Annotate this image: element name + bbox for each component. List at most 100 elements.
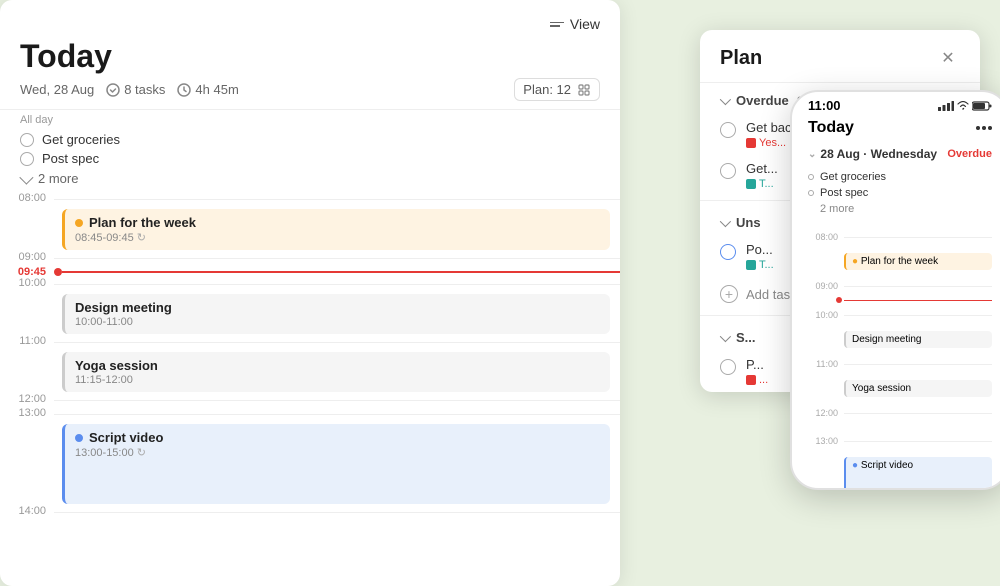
event-script-video[interactable]: Script video 13:00-15:00 ↻ [62,424,610,504]
current-time-dot [54,268,62,276]
phone-status-bar: 11:00 [792,92,1000,115]
page-title: Today [20,40,600,72]
plan-badge[interactable]: Plan: 12 [514,78,600,101]
duration-label: 4h 45m [177,82,238,97]
current-time-label: 09:45 [0,267,54,278]
task-checkbox[interactable] [720,359,736,375]
time-9: 09:00 [0,252,54,263]
current-time-row: 09:45 [0,266,620,278]
time-slot-13: 13:00 [0,408,620,422]
event-plan-week[interactable]: Plan for the week 08:45-09:45 ↻ [62,209,610,250]
plan-header: Plan ✕ [700,30,980,83]
phone-event-yoga: Yoga session [844,380,992,397]
time-slot-9: 09:00 [0,252,620,266]
allday-task-2[interactable]: Post spec [20,149,600,168]
event-dot [75,219,83,227]
current-time-line [62,271,620,273]
phone-time-8: 08:00 [808,223,992,251]
add-task-label: Add task [746,287,797,302]
task-sub: ... [746,374,768,386]
overdue-label: Overdue [736,93,789,108]
time-slot-10: 10:00 [0,278,620,292]
phone-hour-line [844,441,992,442]
calendar-icon [746,375,756,385]
phone-more-tasks: 2 more [808,201,992,219]
event-yoga-session[interactable]: Yoga session 11:15-12:00 [62,352,610,392]
phone-hour-line [844,315,992,316]
unscheduled-label: Uns [736,215,761,230]
phone-time-label: 09:00 [808,281,838,291]
event-time: 08:45-09:45 ↻ [75,231,600,244]
hour-line-8 [54,199,620,200]
calendar-icon [746,179,756,189]
phone-current-time-line [844,300,992,301]
check-icon [106,83,120,97]
event-title: Design meeting [75,300,600,315]
time-slot-14: 14:00 [0,506,620,520]
task-checkbox[interactable] [720,163,736,179]
plus-icon[interactable]: + [720,285,738,303]
event-time: 11:15-12:00 [75,374,600,386]
phone-more-menu[interactable] [976,126,992,130]
phone-time-label: 12:00 [808,408,838,418]
phone-hour-line [844,364,992,365]
time-slot-11: 11:00 [0,336,620,350]
phone-event-plan: ● Plan for the week [844,253,992,270]
chevron-icon[interactable] [720,215,731,226]
more-row[interactable]: 2 more [20,168,600,189]
timeline: 08:00 Plan for the week 08:45-09:45 ↻ 09… [0,193,620,520]
event-title: Yoga session [75,358,600,373]
clock-icon [177,83,191,97]
battery-icon [972,101,992,111]
calendar-icon [746,138,756,148]
grid-icon [577,83,591,97]
chevron-icon[interactable] [720,93,731,104]
phone-hour-line [844,413,992,414]
phone-title: Today [808,119,854,137]
calendar-header: View Today Wed, 28 Aug 8 tasks 4h 45m Pl… [0,0,620,109]
hour-line-11 [54,342,620,343]
phone-app-header: Today [792,115,1000,143]
phone-hour-line [844,237,992,238]
task-name: P... [746,357,768,372]
chevron-icon[interactable] [720,330,731,341]
date-meta: Wed, 28 Aug 8 tasks 4h 45m Plan: 12 [20,78,600,101]
event-time: 10:00-11:00 [75,316,600,328]
schedule-label: S... [736,330,756,345]
phone-time-9: 09:00 [808,272,992,300]
task-checkbox[interactable] [20,133,34,147]
task-name: Get... [746,161,778,176]
phone-time-12: 12:00 [808,399,992,427]
phone-date: ⌄ 28 Aug · Wednesday Overdue [792,143,1000,165]
view-button[interactable]: View [570,16,600,32]
sync-icon: ↻ [137,232,146,244]
time-11: 11:00 [0,336,54,347]
sync-icon: ↻ [137,447,146,459]
task-checkbox[interactable] [720,122,736,138]
phone-time-10: 10:00 [808,301,992,329]
task-checkbox[interactable] [20,152,34,166]
phone-hour-line [844,286,992,287]
allday-task-1[interactable]: Get groceries [20,130,600,149]
task-sub: T... [746,259,774,271]
phone-event-design: Design meeting [844,331,992,348]
event-title: Plan for the week [75,215,600,230]
phone-event-script: ● Script video [844,457,992,490]
phone-time-label: 13:00 [808,436,838,446]
calendar-panel: View Today Wed, 28 Aug 8 tasks 4h 45m Pl… [0,0,620,586]
phone-event-dot: ● [852,460,861,471]
event-design-meeting[interactable]: Design meeting 10:00-11:00 [62,294,610,334]
event-dot [75,434,83,442]
hour-line-12 [54,400,620,401]
plan-title: Plan [720,47,762,70]
phone-timeline: 08:00 ● Plan for the week 09:00 10:00 De… [792,223,1000,490]
filter-icon[interactable] [550,22,564,27]
tasks-count: 8 tasks [106,82,165,97]
allday-label: All day [20,114,600,126]
close-button[interactable]: ✕ [936,46,960,70]
signal-icon [938,101,954,111]
chevron-down-icon [19,170,33,184]
task-checkbox[interactable] [720,244,736,260]
phone-time-13: 13:00 [808,427,992,455]
phone-time: 11:00 [808,98,841,113]
